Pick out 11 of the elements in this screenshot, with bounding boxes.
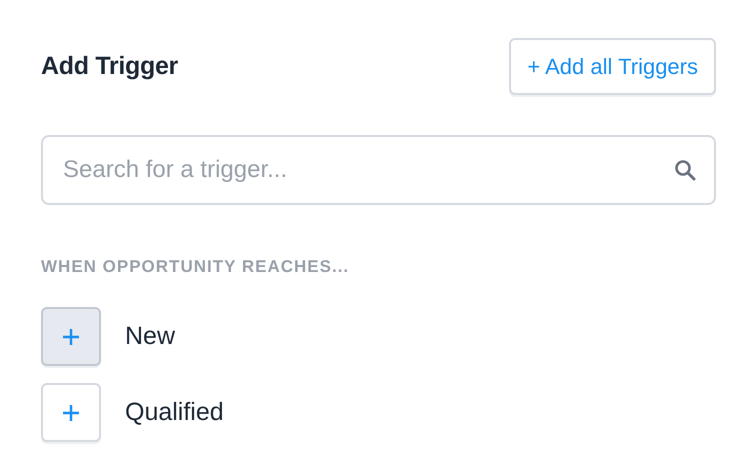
add-all-triggers-button[interactable]: + Add all Triggers: [509, 38, 716, 95]
trigger-label: New: [125, 322, 176, 351]
section-heading: WHEN OPPORTUNITY REACHES...: [41, 257, 350, 277]
add-trigger-button[interactable]: [41, 307, 101, 366]
trigger-label: Qualified: [125, 398, 224, 427]
add-trigger-button[interactable]: [41, 383, 101, 442]
panel-title: Add Trigger: [41, 52, 178, 81]
search-field[interactable]: Search for a trigger...: [41, 135, 716, 205]
search-icon[interactable]: [674, 159, 696, 181]
plus-icon: [62, 404, 80, 422]
plus-icon: [62, 328, 80, 346]
